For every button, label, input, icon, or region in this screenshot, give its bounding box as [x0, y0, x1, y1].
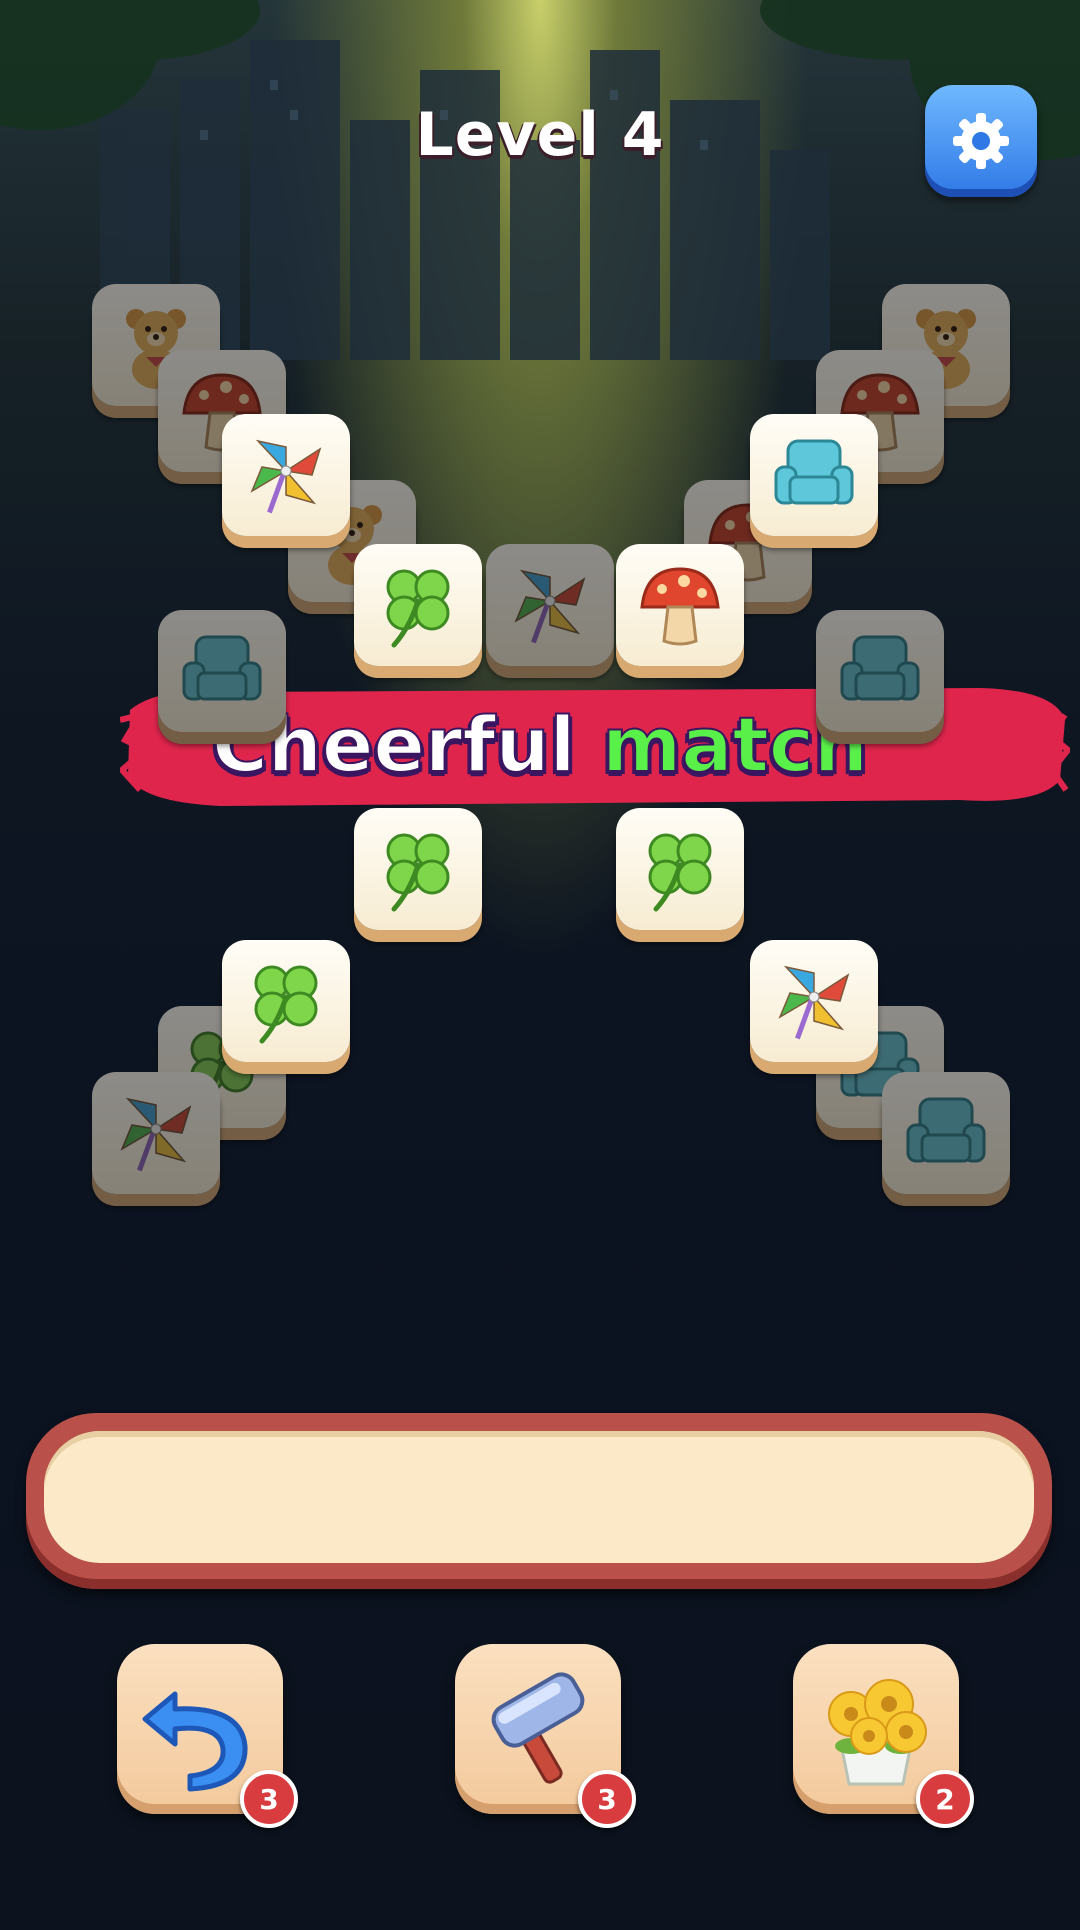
- armchair-icon: [840, 635, 920, 701]
- tile-pinwheel: [486, 544, 614, 682]
- tile-armchair: [816, 610, 944, 748]
- clover-icon: [386, 569, 450, 648]
- settings-button[interactable]: [925, 85, 1037, 197]
- gear-icon: [953, 113, 1009, 169]
- armchair-icon: [182, 635, 262, 701]
- tile-armchair: [882, 1072, 1010, 1210]
- pinwheel-icon: [250, 439, 322, 514]
- tile-tray: [26, 1413, 1052, 1589]
- pinwheel-icon: [120, 1097, 192, 1172]
- clover-icon: [254, 965, 318, 1044]
- tray-slots[interactable]: [44, 1431, 1034, 1563]
- tile-clover[interactable]: [616, 808, 744, 946]
- tile-pinwheel[interactable]: [750, 940, 878, 1078]
- tile-pinwheel[interactable]: [222, 414, 350, 552]
- mushroom-icon: [640, 567, 720, 646]
- undo-arrow-icon: [142, 1691, 248, 1792]
- hammer-count-badge: 3: [578, 1770, 636, 1828]
- tile-clover[interactable]: [222, 940, 350, 1078]
- level-title: Level 4: [415, 100, 665, 170]
- pinwheel-icon: [778, 965, 850, 1040]
- armchair-icon: [774, 439, 854, 505]
- tile-clover[interactable]: [354, 544, 482, 682]
- pinwheel-icon: [514, 569, 586, 644]
- tile-armchair: [158, 610, 286, 748]
- tile-armchair[interactable]: [750, 414, 878, 552]
- armchair-icon: [906, 1097, 986, 1163]
- flowers-count-badge: 2: [916, 1770, 974, 1828]
- hammer-icon: [491, 1672, 585, 1784]
- clover-icon: [386, 833, 450, 912]
- clover-icon: [648, 833, 712, 912]
- flower-pot-icon: [828, 1679, 927, 1786]
- undo-count-badge: 3: [240, 1770, 298, 1828]
- tile-pinwheel: [92, 1072, 220, 1210]
- tile-mushroom[interactable]: [616, 544, 744, 682]
- tile-clover[interactable]: [354, 808, 482, 946]
